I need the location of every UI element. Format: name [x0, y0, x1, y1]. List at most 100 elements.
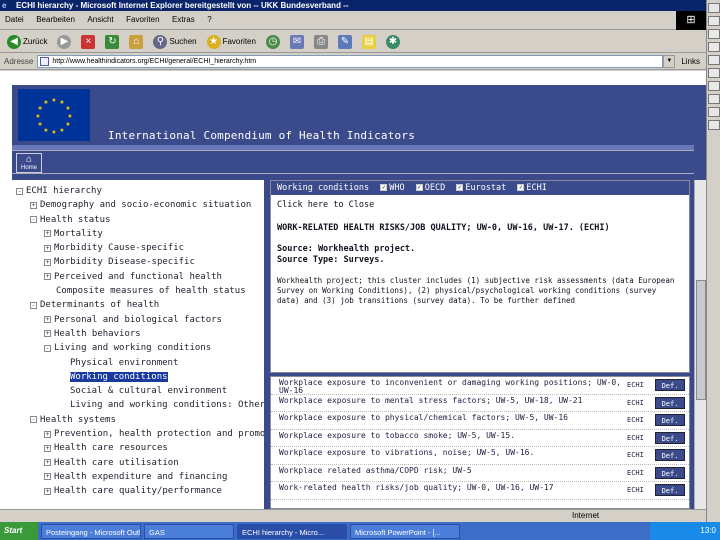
expand-icon[interactable]: + [44, 258, 51, 266]
expand-icon[interactable]: + [44, 316, 51, 324]
definition-button[interactable]: Def. [655, 449, 685, 461]
indicator-row[interactable]: Workplace exposure to mental stress fact… [271, 395, 689, 412]
indicator-row[interactable]: Work-related health risks/job quality; U… [271, 482, 689, 500]
mail-button[interactable]: ✉ [287, 33, 307, 51]
quicklaunch-icon[interactable] [708, 107, 720, 117]
print-button[interactable]: ⎙ [311, 33, 331, 51]
indicator-name[interactable]: Work-related health risks/job quality; U… [279, 484, 621, 492]
tree-item[interactable]: - Living and working conditions [12, 341, 264, 355]
tree-item[interactable]: - Health status [12, 213, 264, 227]
tree-item[interactable]: Composite measures of health status [12, 284, 264, 298]
indicator-name[interactable]: Workplace exposure to tobacco smoke; UW-… [279, 432, 621, 440]
definition-button[interactable]: Def. [655, 379, 685, 391]
quicklaunch-icon[interactable] [708, 3, 720, 13]
history-button[interactable]: ◷ [263, 33, 283, 51]
collapse-icon[interactable]: - [16, 187, 23, 195]
tree-item[interactable]: + Health expenditure and financing [12, 470, 264, 484]
messenger-button[interactable]: ✱ [383, 33, 403, 51]
expand-icon[interactable]: + [44, 230, 51, 238]
definition-button[interactable]: Def. [655, 414, 685, 426]
quicklaunch-icon[interactable] [708, 16, 720, 26]
favorites-button[interactable]: ★ Favoriten [204, 33, 259, 51]
tree-item[interactable]: Living and working conditions: Other [12, 398, 264, 412]
expand-icon[interactable]: + [44, 473, 51, 481]
tree-item[interactable]: + Morbidity Cause-specific [12, 241, 264, 255]
tree-item[interactable]: + Health care quality/performance [12, 484, 264, 498]
quicklaunch-icon[interactable] [708, 81, 720, 91]
search-button[interactable]: ⚲ Suchen [150, 33, 199, 51]
home-button[interactable]: ⌂ Home [16, 153, 42, 173]
tree-item[interactable]: + Morbidity Disease-specific [12, 255, 264, 269]
menu-datei[interactable]: Datei [0, 11, 29, 28]
collapse-icon[interactable]: - [30, 216, 37, 224]
edit-button[interactable]: ✎ [335, 33, 355, 51]
filter-oecd-checkbox[interactable]: ✓ [415, 184, 423, 191]
expand-icon[interactable]: + [44, 459, 51, 467]
forward-button[interactable]: ▶ [54, 33, 74, 51]
collapse-icon[interactable]: - [30, 416, 37, 424]
tree-item[interactable]: Working conditions [12, 370, 264, 384]
menu-ansicht[interactable]: Ansicht [82, 11, 118, 28]
start-button[interactable]: Start [0, 522, 38, 540]
expand-icon[interactable]: + [44, 444, 51, 452]
back-button[interactable]: ◀ Zurück [4, 33, 50, 51]
task-ie[interactable]: ECHI hierarchy - Micro... [237, 523, 347, 539]
tree-item[interactable]: + Prevention, health protection and promo… [12, 427, 264, 441]
indicator-row[interactable]: Workplace exposure to vibrations, noise;… [271, 447, 689, 465]
task-gas[interactable]: GAS [144, 523, 234, 539]
scrollbar-thumb[interactable] [696, 280, 706, 400]
collapse-icon[interactable]: - [44, 344, 51, 352]
tree-item[interactable]: + Perceived and functional health [12, 270, 264, 284]
tree-item[interactable]: + Personal and biological factors [12, 313, 264, 327]
menu-favoriten[interactable]: Favoriten [121, 11, 164, 28]
tree-item[interactable]: + Health care utilisation [12, 456, 264, 470]
tree-item[interactable]: - ECHI hierarchy [12, 184, 264, 198]
expand-icon[interactable]: + [44, 430, 51, 438]
quicklaunch-icon[interactable] [708, 68, 720, 78]
menu-help[interactable]: ? [202, 11, 216, 28]
indicator-name[interactable]: Workplace exposure to mental stress fact… [279, 397, 621, 405]
tree-item[interactable]: Social & cultural environment [12, 384, 264, 398]
expand-icon[interactable]: + [44, 330, 51, 338]
indicator-row[interactable]: Workplace exposure to inconvenient or da… [271, 377, 689, 395]
definition-button[interactable]: Def. [655, 466, 685, 479]
close-link[interactable]: Click here to Close [277, 200, 683, 211]
quicklaunch-icon[interactable] [708, 94, 720, 104]
expand-icon[interactable]: + [44, 244, 51, 252]
tree-item[interactable]: + Mortality [12, 227, 264, 241]
menu-extras[interactable]: Extras [167, 11, 200, 28]
tree-item[interactable]: + Health behaviors [12, 327, 264, 341]
tree-item[interactable]: - Health systems [12, 413, 264, 427]
indicator-name[interactable]: Workplace exposure to physical/chemical … [279, 414, 621, 422]
task-powerpoint[interactable]: Microsoft PowerPoint - [... [350, 523, 460, 539]
indicator-row[interactable]: Workplace exposure to physical/chemical … [271, 412, 689, 430]
quicklaunch-icon[interactable] [708, 29, 720, 39]
filter-who-checkbox[interactable]: ✓ [380, 184, 388, 191]
vertical-scrollbar[interactable] [694, 180, 706, 509]
home-toolbar-button[interactable]: ⌂ [126, 33, 146, 51]
indicator-name[interactable]: Workplace exposure to inconvenient or da… [279, 379, 621, 395]
address-dropdown-icon[interactable]: ▼ [663, 54, 676, 68]
collapse-icon[interactable]: - [30, 301, 37, 309]
stop-button[interactable]: × [78, 33, 98, 51]
indicator-row[interactable]: Workplace exposure to tobacco smoke; UW-… [271, 430, 689, 447]
expand-icon[interactable]: + [30, 201, 37, 209]
tree-item[interactable]: Physical environment [12, 356, 264, 370]
tree-item[interactable]: - Determinants of health [12, 298, 264, 312]
expand-icon[interactable]: + [44, 487, 51, 495]
indicator-row[interactable]: Workplace related asthma/COPD risk; UW-5… [271, 465, 689, 482]
filter-echi-checkbox[interactable]: ✓ [517, 184, 525, 191]
definition-button[interactable]: Def. [655, 484, 685, 496]
links-button[interactable]: Links [675, 57, 706, 66]
tree-item[interactable]: + Demography and socio-economic situation [12, 198, 264, 212]
refresh-button[interactable]: ↻ [102, 33, 122, 51]
quicklaunch-icon[interactable] [708, 120, 720, 130]
definition-button[interactable]: Def. [655, 431, 685, 444]
notes-button[interactable]: ▤ [359, 33, 379, 51]
address-input[interactable]: http://www.healthindicators.org/ECHI/gen… [37, 54, 664, 68]
quicklaunch-icon[interactable] [708, 42, 720, 52]
indicator-name[interactable]: Workplace exposure to vibrations, noise;… [279, 449, 621, 457]
definition-button[interactable]: Def. [655, 396, 685, 409]
menu-bearbeiten[interactable]: Bearbeiten [31, 11, 80, 28]
quicklaunch-icon[interactable] [708, 55, 720, 65]
